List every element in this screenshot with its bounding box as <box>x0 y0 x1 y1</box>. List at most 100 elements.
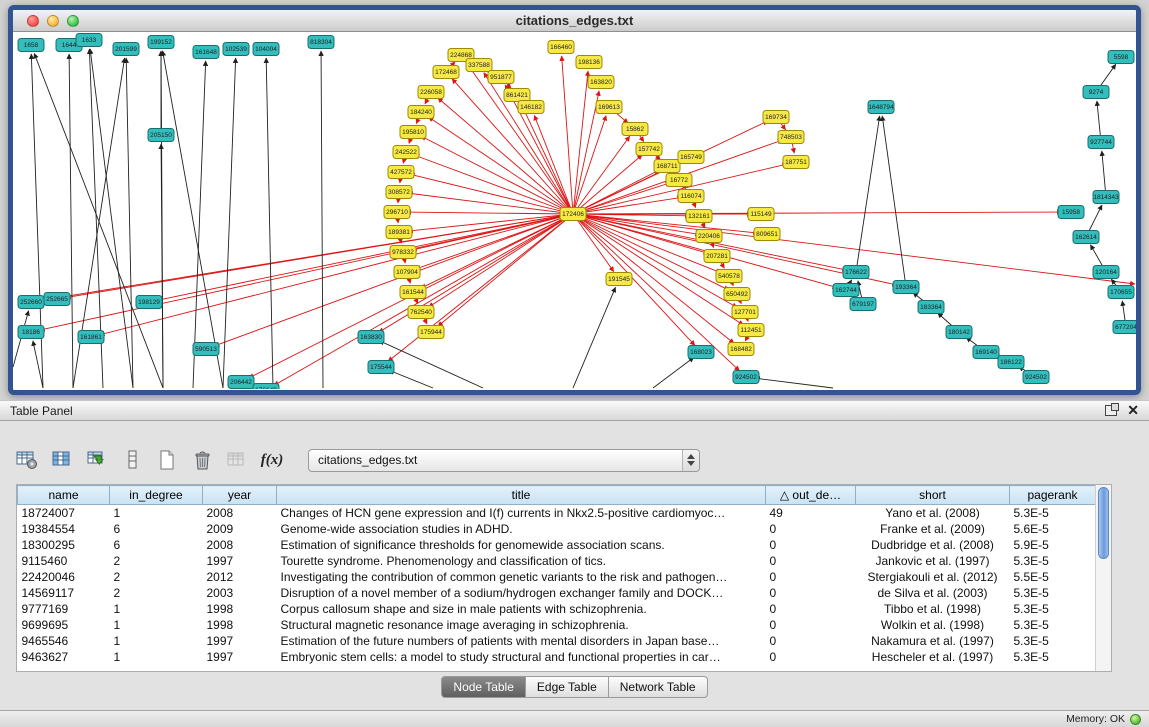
network-canvas[interactable]: 172406 16961315862 157742 16871116772 116074… <box>13 32 1136 389</box>
tab-node-table[interactable]: Node Table <box>441 676 526 698</box>
graph-node[interactable]: 161648 <box>193 46 219 59</box>
graph-node[interactable]: 15958 <box>1058 206 1084 219</box>
column-header[interactable]: title <box>277 486 766 505</box>
graph-node[interactable]: 161861 <box>78 331 104 344</box>
graph-node[interactable]: 127701 <box>732 306 758 319</box>
table-scrollbar[interactable] <box>1095 485 1111 671</box>
graph-node[interactable]: 169140 <box>973 346 999 359</box>
column-header[interactable]: name <box>18 486 110 505</box>
table-row[interactable]: 946554611997Estimation of the future num… <box>18 633 1096 649</box>
graph-node[interactable]: 193364 <box>893 281 919 294</box>
graph-node[interactable]: 102539 <box>223 43 249 56</box>
table-row[interactable]: 1830029562008Estimation of significance … <box>18 537 1096 553</box>
graph-node[interactable]: 116074 <box>678 190 704 203</box>
column-header[interactable]: year <box>203 486 277 505</box>
graph-node[interactable]: 252660 <box>18 296 44 309</box>
graph-node[interactable]: 183364 <box>918 301 944 314</box>
graph-node[interactable]: 252665 <box>44 293 70 306</box>
tab-network-table[interactable]: Network Table <box>609 676 708 698</box>
graph-node[interactable]: 176649 <box>253 384 279 390</box>
graph-node[interactable]: 112451 <box>738 324 764 337</box>
show-columns-icon[interactable] <box>49 447 75 473</box>
table-row[interactable]: 1938455462009Genome-wide association stu… <box>18 521 1096 537</box>
graph-node[interactable]: 172406 <box>560 208 586 221</box>
disabled-table-icon[interactable] <box>224 447 250 473</box>
graph-node[interactable]: 9274 <box>1083 86 1109 99</box>
graph-node[interactable]: 104004 <box>253 43 279 56</box>
graph-node[interactable]: 205150 <box>148 129 174 142</box>
new-file-icon[interactable] <box>154 447 180 473</box>
graph-node[interactable]: 226058 <box>418 86 444 99</box>
graph-node[interactable]: 809651 <box>754 228 780 241</box>
table-row[interactable]: 977716911998Corpus callosum shape and si… <box>18 601 1096 617</box>
function-builder-icon[interactable]: f(x) <box>259 447 285 473</box>
table-row[interactable]: 2242004622012Investigating the contribut… <box>18 569 1096 585</box>
graph-node[interactable]: 191545 <box>606 273 632 286</box>
graph-node[interactable]: 162744 <box>833 284 859 297</box>
graph-node[interactable]: 166460 <box>548 41 574 54</box>
graph-node[interactable]: 180142 <box>946 326 972 339</box>
graph-node[interactable]: 206442 <box>228 376 254 389</box>
graph-node[interactable]: 337588 <box>466 59 492 72</box>
graph-node[interactable]: 1814343 <box>1093 191 1119 204</box>
column-tool-icon[interactable] <box>119 447 145 473</box>
graph-node[interactable]: 748503 <box>778 131 804 144</box>
graph-node[interactable]: 161544 <box>400 286 426 299</box>
graph-node[interactable]: 132161 <box>686 210 712 223</box>
graph-node[interactable]: 220406 <box>696 230 722 243</box>
graph-node[interactable]: 1658 <box>18 39 44 52</box>
graph-node[interactable]: 201599 <box>113 43 139 56</box>
graph-node[interactable]: 172468 <box>433 66 459 79</box>
scrollbar-thumb[interactable] <box>1098 487 1109 559</box>
graph-node[interactable]: 186122 <box>998 356 1024 369</box>
graph-node[interactable]: 207281 <box>704 250 730 263</box>
graph-node[interactable]: 168023 <box>688 346 714 359</box>
graph-node[interactable]: 187751 <box>783 156 809 169</box>
graph-node[interactable]: 679197 <box>850 298 876 311</box>
graph-node[interactable]: 427572 <box>388 166 414 179</box>
graph-node[interactable]: 308572 <box>386 186 412 199</box>
graph-node[interactable]: 115149 <box>748 208 774 221</box>
graph-node[interactable]: 296710 <box>384 206 410 219</box>
table-select-combobox[interactable]: citations_edges.txt <box>308 449 700 472</box>
float-panel-icon[interactable] <box>1105 405 1117 416</box>
graph-node[interactable]: 163830 <box>358 331 384 344</box>
table-row[interactable]: 969969511998Structural magnetic resonanc… <box>18 617 1096 633</box>
close-panel-icon[interactable]: ✕ <box>1127 403 1139 417</box>
graph-node[interactable]: 1633 <box>76 34 102 47</box>
graph-node[interactable]: 198129 <box>136 296 162 309</box>
graph-node[interactable]: 924502 <box>1023 371 1049 384</box>
graph-node[interactable]: 162614 <box>1073 231 1099 244</box>
table-settings-icon[interactable] <box>14 447 40 473</box>
graph-node[interactable]: 146182 <box>518 101 544 114</box>
graph-node[interactable]: 168711 <box>654 160 680 173</box>
graph-node[interactable]: 590513 <box>193 343 219 356</box>
graph-node[interactable]: 677204 <box>1113 321 1136 334</box>
graph-node[interactable]: 176622 <box>843 266 869 279</box>
table-row[interactable]: 946362711997Embryonic stem cells: a mode… <box>18 649 1096 665</box>
graph-node[interactable]: 170655 <box>1108 286 1134 299</box>
memory-status-icon[interactable] <box>1130 714 1141 725</box>
import-table-icon[interactable] <box>84 447 110 473</box>
graph-node[interactable]: 157742 <box>636 143 662 156</box>
graph-node[interactable]: 15862 <box>622 123 648 136</box>
graph-node[interactable]: 189381 <box>386 226 412 239</box>
graph-node[interactable]: 175544 <box>368 361 394 374</box>
graph-node[interactable]: 927744 <box>1088 136 1114 149</box>
graph-node[interactable]: 951877 <box>488 71 514 84</box>
graph-node[interactable]: 16772 <box>666 174 692 187</box>
graph-node[interactable]: 650492 <box>724 288 750 301</box>
graph-node[interactable]: 540578 <box>716 270 742 283</box>
graph-node[interactable]: 18186 <box>18 326 44 339</box>
column-header[interactable]: pagerank <box>1010 486 1096 505</box>
graph-node[interactable]: 199152 <box>148 36 174 49</box>
table-row[interactable]: 1456911722003Disruption of a novel membe… <box>18 585 1096 601</box>
graph-node[interactable]: 978332 <box>390 246 416 259</box>
graph-node[interactable]: 165749 <box>678 151 704 164</box>
graph-node[interactable]: 169613 <box>596 101 622 114</box>
graph-node[interactable]: 120164 <box>1093 266 1119 279</box>
graph-node[interactable]: 163820 <box>588 76 614 89</box>
graph-node[interactable]: 5598 <box>1108 51 1134 64</box>
tab-edge-table[interactable]: Edge Table <box>526 676 609 698</box>
graph-node[interactable]: 184240 <box>408 106 434 119</box>
